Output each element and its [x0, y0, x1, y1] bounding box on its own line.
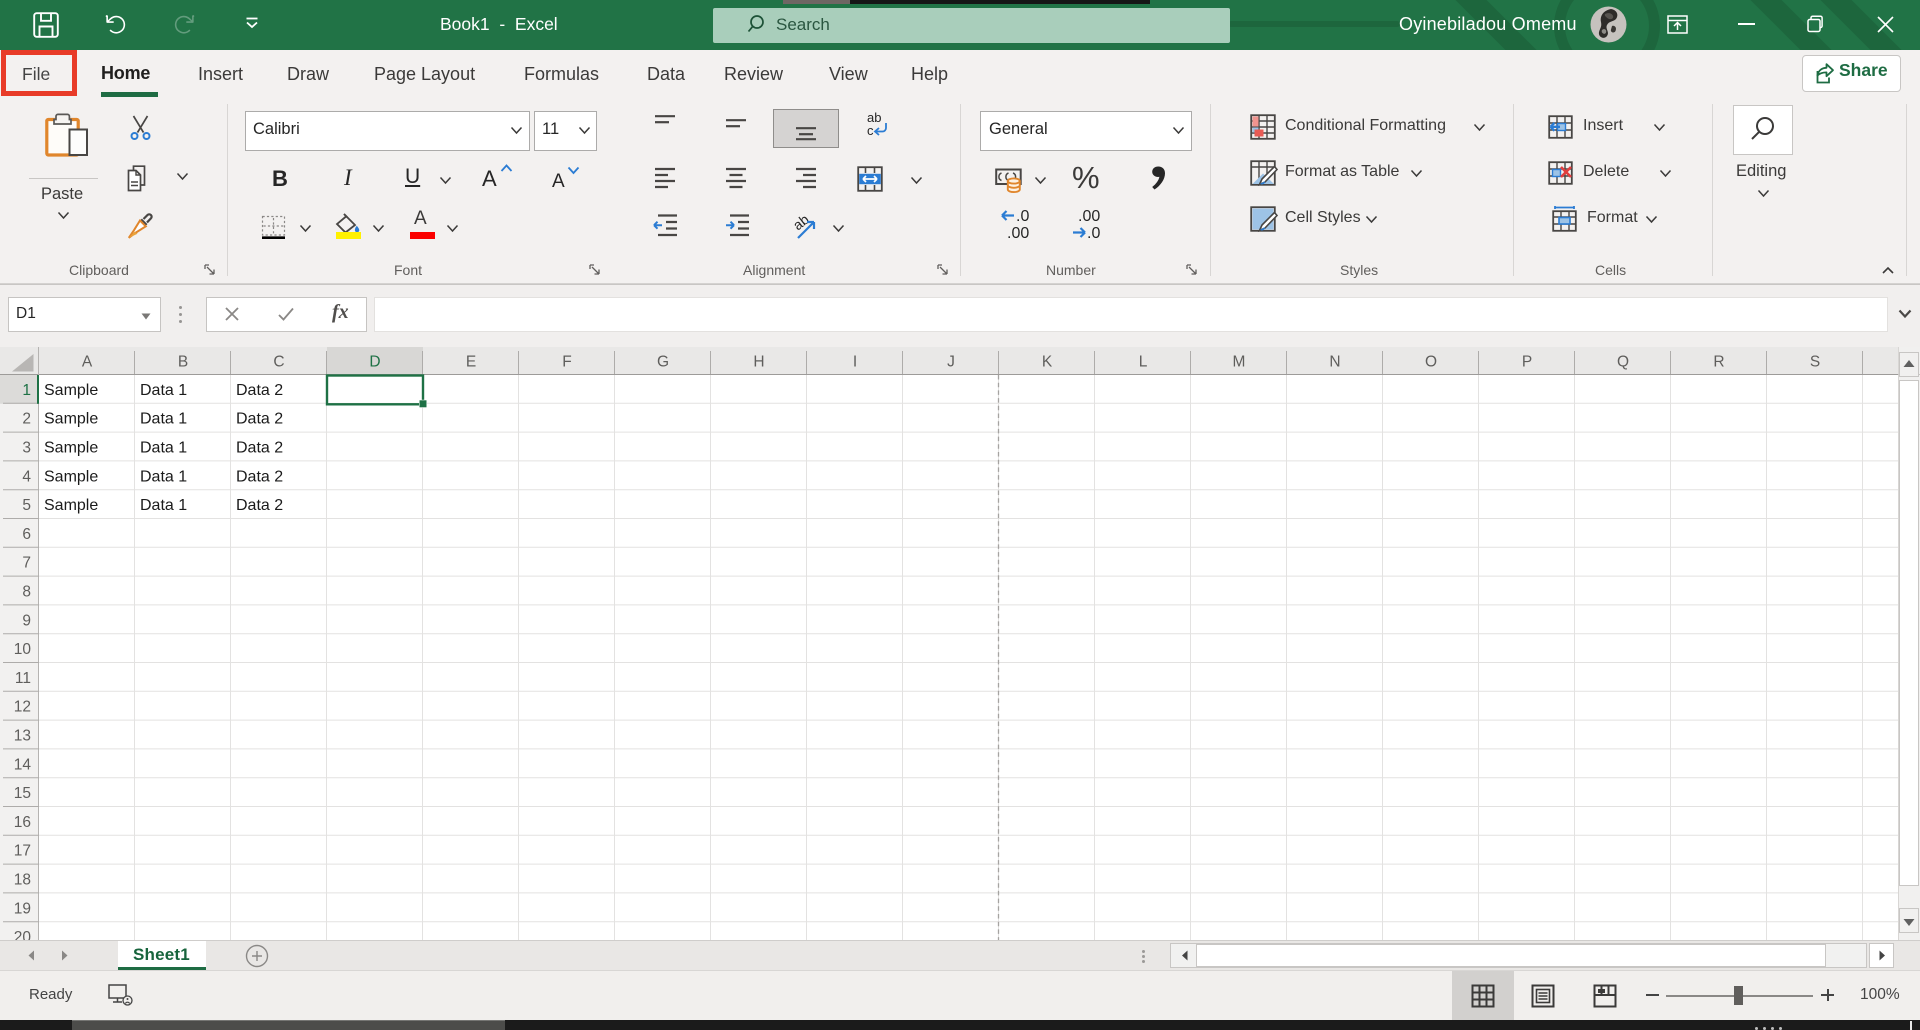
svg-text:J: J: [947, 354, 955, 371]
svg-text:8: 8: [22, 584, 31, 601]
svg-text:c: c: [867, 123, 874, 138]
svg-text:A: A: [82, 354, 93, 371]
svg-text:2: 2: [22, 411, 31, 428]
svg-text:5: 5: [22, 497, 31, 514]
svg-text:17: 17: [14, 843, 31, 860]
svg-text:I: I: [853, 354, 857, 371]
svg-text:Data 2: Data 2: [236, 411, 283, 428]
svg-text:H: H: [753, 354, 764, 371]
svg-text:18: 18: [14, 872, 31, 889]
svg-text:Sample: Sample: [44, 382, 98, 399]
svg-text:7: 7: [22, 555, 31, 572]
svg-text:11: 11: [15, 670, 31, 687]
svg-text:.00: .00: [1078, 208, 1100, 225]
svg-text:15: 15: [14, 785, 31, 802]
svg-text:12: 12: [14, 699, 31, 716]
svg-text:Data 1: Data 1: [140, 440, 187, 457]
svg-text:13: 13: [14, 728, 31, 745]
svg-text:14: 14: [14, 756, 32, 773]
svg-text:M: M: [1233, 354, 1246, 371]
svg-text:P: P: [1522, 354, 1532, 371]
svg-text:6: 6: [22, 526, 31, 543]
svg-text:19: 19: [14, 900, 31, 917]
svg-text:3: 3: [22, 440, 31, 457]
svg-text:O: O: [1425, 354, 1437, 371]
svg-text:Sample: Sample: [44, 468, 98, 485]
svg-text:.0: .0: [1016, 208, 1029, 225]
svg-text:Data 2: Data 2: [236, 468, 283, 485]
svg-text:Q: Q: [1617, 354, 1629, 371]
svg-text:Data 1: Data 1: [140, 497, 187, 514]
svg-text:G: G: [657, 354, 669, 371]
svg-text:Sample: Sample: [44, 497, 98, 514]
svg-text:Data 1: Data 1: [140, 468, 187, 485]
svg-text:B: B: [178, 354, 188, 371]
svg-text:S: S: [1810, 354, 1820, 371]
svg-text:Data 1: Data 1: [140, 411, 187, 428]
svg-text:Sample: Sample: [44, 411, 98, 428]
svg-text:.0: .0: [1087, 225, 1100, 242]
svg-text:Data 2: Data 2: [236, 440, 283, 457]
svg-text:16: 16: [14, 814, 31, 831]
svg-text:Data 2: Data 2: [236, 497, 283, 514]
svg-text:1: 1: [22, 382, 31, 399]
svg-text:9: 9: [22, 612, 31, 629]
svg-text:K: K: [1042, 354, 1053, 371]
svg-text:Data 1: Data 1: [140, 382, 187, 399]
svg-text:N: N: [1329, 354, 1340, 371]
svg-text:10: 10: [14, 641, 32, 658]
svg-text:R: R: [1713, 354, 1724, 371]
svg-text:Sample: Sample: [44, 440, 98, 457]
svg-text:F: F: [562, 354, 571, 371]
svg-text:E: E: [466, 354, 476, 371]
svg-text:D: D: [369, 354, 380, 371]
svg-text:.00: .00: [1007, 225, 1029, 242]
svg-text:C: C: [273, 354, 284, 371]
svg-text:L: L: [1139, 354, 1148, 371]
svg-text:4: 4: [22, 468, 31, 485]
svg-text:Data 2: Data 2: [236, 382, 283, 399]
